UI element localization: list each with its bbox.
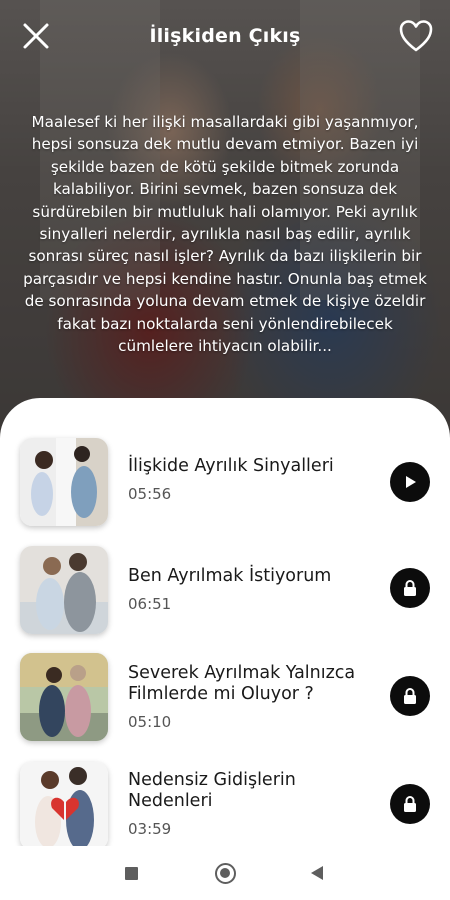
episode-title: Severek Ayrılmak Yalnızca Filmlerde mi O…	[128, 663, 356, 704]
heart-outline-icon	[399, 20, 433, 52]
episode-duration: 05:10	[128, 713, 172, 731]
episode-thumbnail	[20, 438, 108, 526]
episode-list: İlişkide Ayrılık Sinyalleri 05:56 Ben Ay…	[0, 398, 450, 850]
lock-icon	[404, 580, 416, 596]
episode-item[interactable]: Nedensiz Gidişlerin Nedenleri 03:59	[0, 762, 450, 854]
category-description: Maalesef ki her ilişki masallardaki gibi…	[23, 113, 427, 356]
play-icon	[406, 476, 416, 488]
locked-button[interactable]	[390, 676, 430, 716]
episode-duration: 06:51	[128, 595, 172, 613]
episode-title: İlişkide Ayrılık Sinyalleri	[128, 456, 334, 476]
top-bar: İlişkiden Çıkış	[0, 0, 450, 74]
episode-title: Nedensiz Gidişlerin Nedenleri	[128, 770, 296, 811]
episode-thumbnail	[20, 546, 108, 634]
favorite-button[interactable]	[398, 19, 434, 53]
episode-duration: 05:56	[128, 485, 172, 503]
back-button[interactable]	[311, 866, 323, 880]
lock-icon	[404, 796, 416, 812]
episode-title: Ben Ayrılmak İstiyorum	[128, 566, 332, 586]
locked-button[interactable]	[390, 784, 430, 824]
home-button[interactable]	[215, 863, 236, 884]
episode-item[interactable]: Ben Ayrılmak İstiyorum 06:51	[0, 546, 450, 638]
page-title: İlişkiden Çıkış	[149, 25, 301, 47]
episode-item[interactable]: İlişkide Ayrılık Sinyalleri 05:56	[0, 438, 450, 530]
episode-item[interactable]: Severek Ayrılmak Yalnızca Filmlerde mi O…	[0, 653, 450, 745]
episode-duration: 03:59	[128, 820, 172, 838]
lock-icon	[404, 688, 416, 704]
recent-apps-button[interactable]	[125, 867, 138, 880]
system-nav-bar	[0, 846, 450, 900]
episode-thumbnail	[20, 653, 108, 741]
episode-thumbnail	[20, 762, 108, 850]
play-button[interactable]	[390, 462, 430, 502]
locked-button[interactable]	[390, 568, 430, 608]
